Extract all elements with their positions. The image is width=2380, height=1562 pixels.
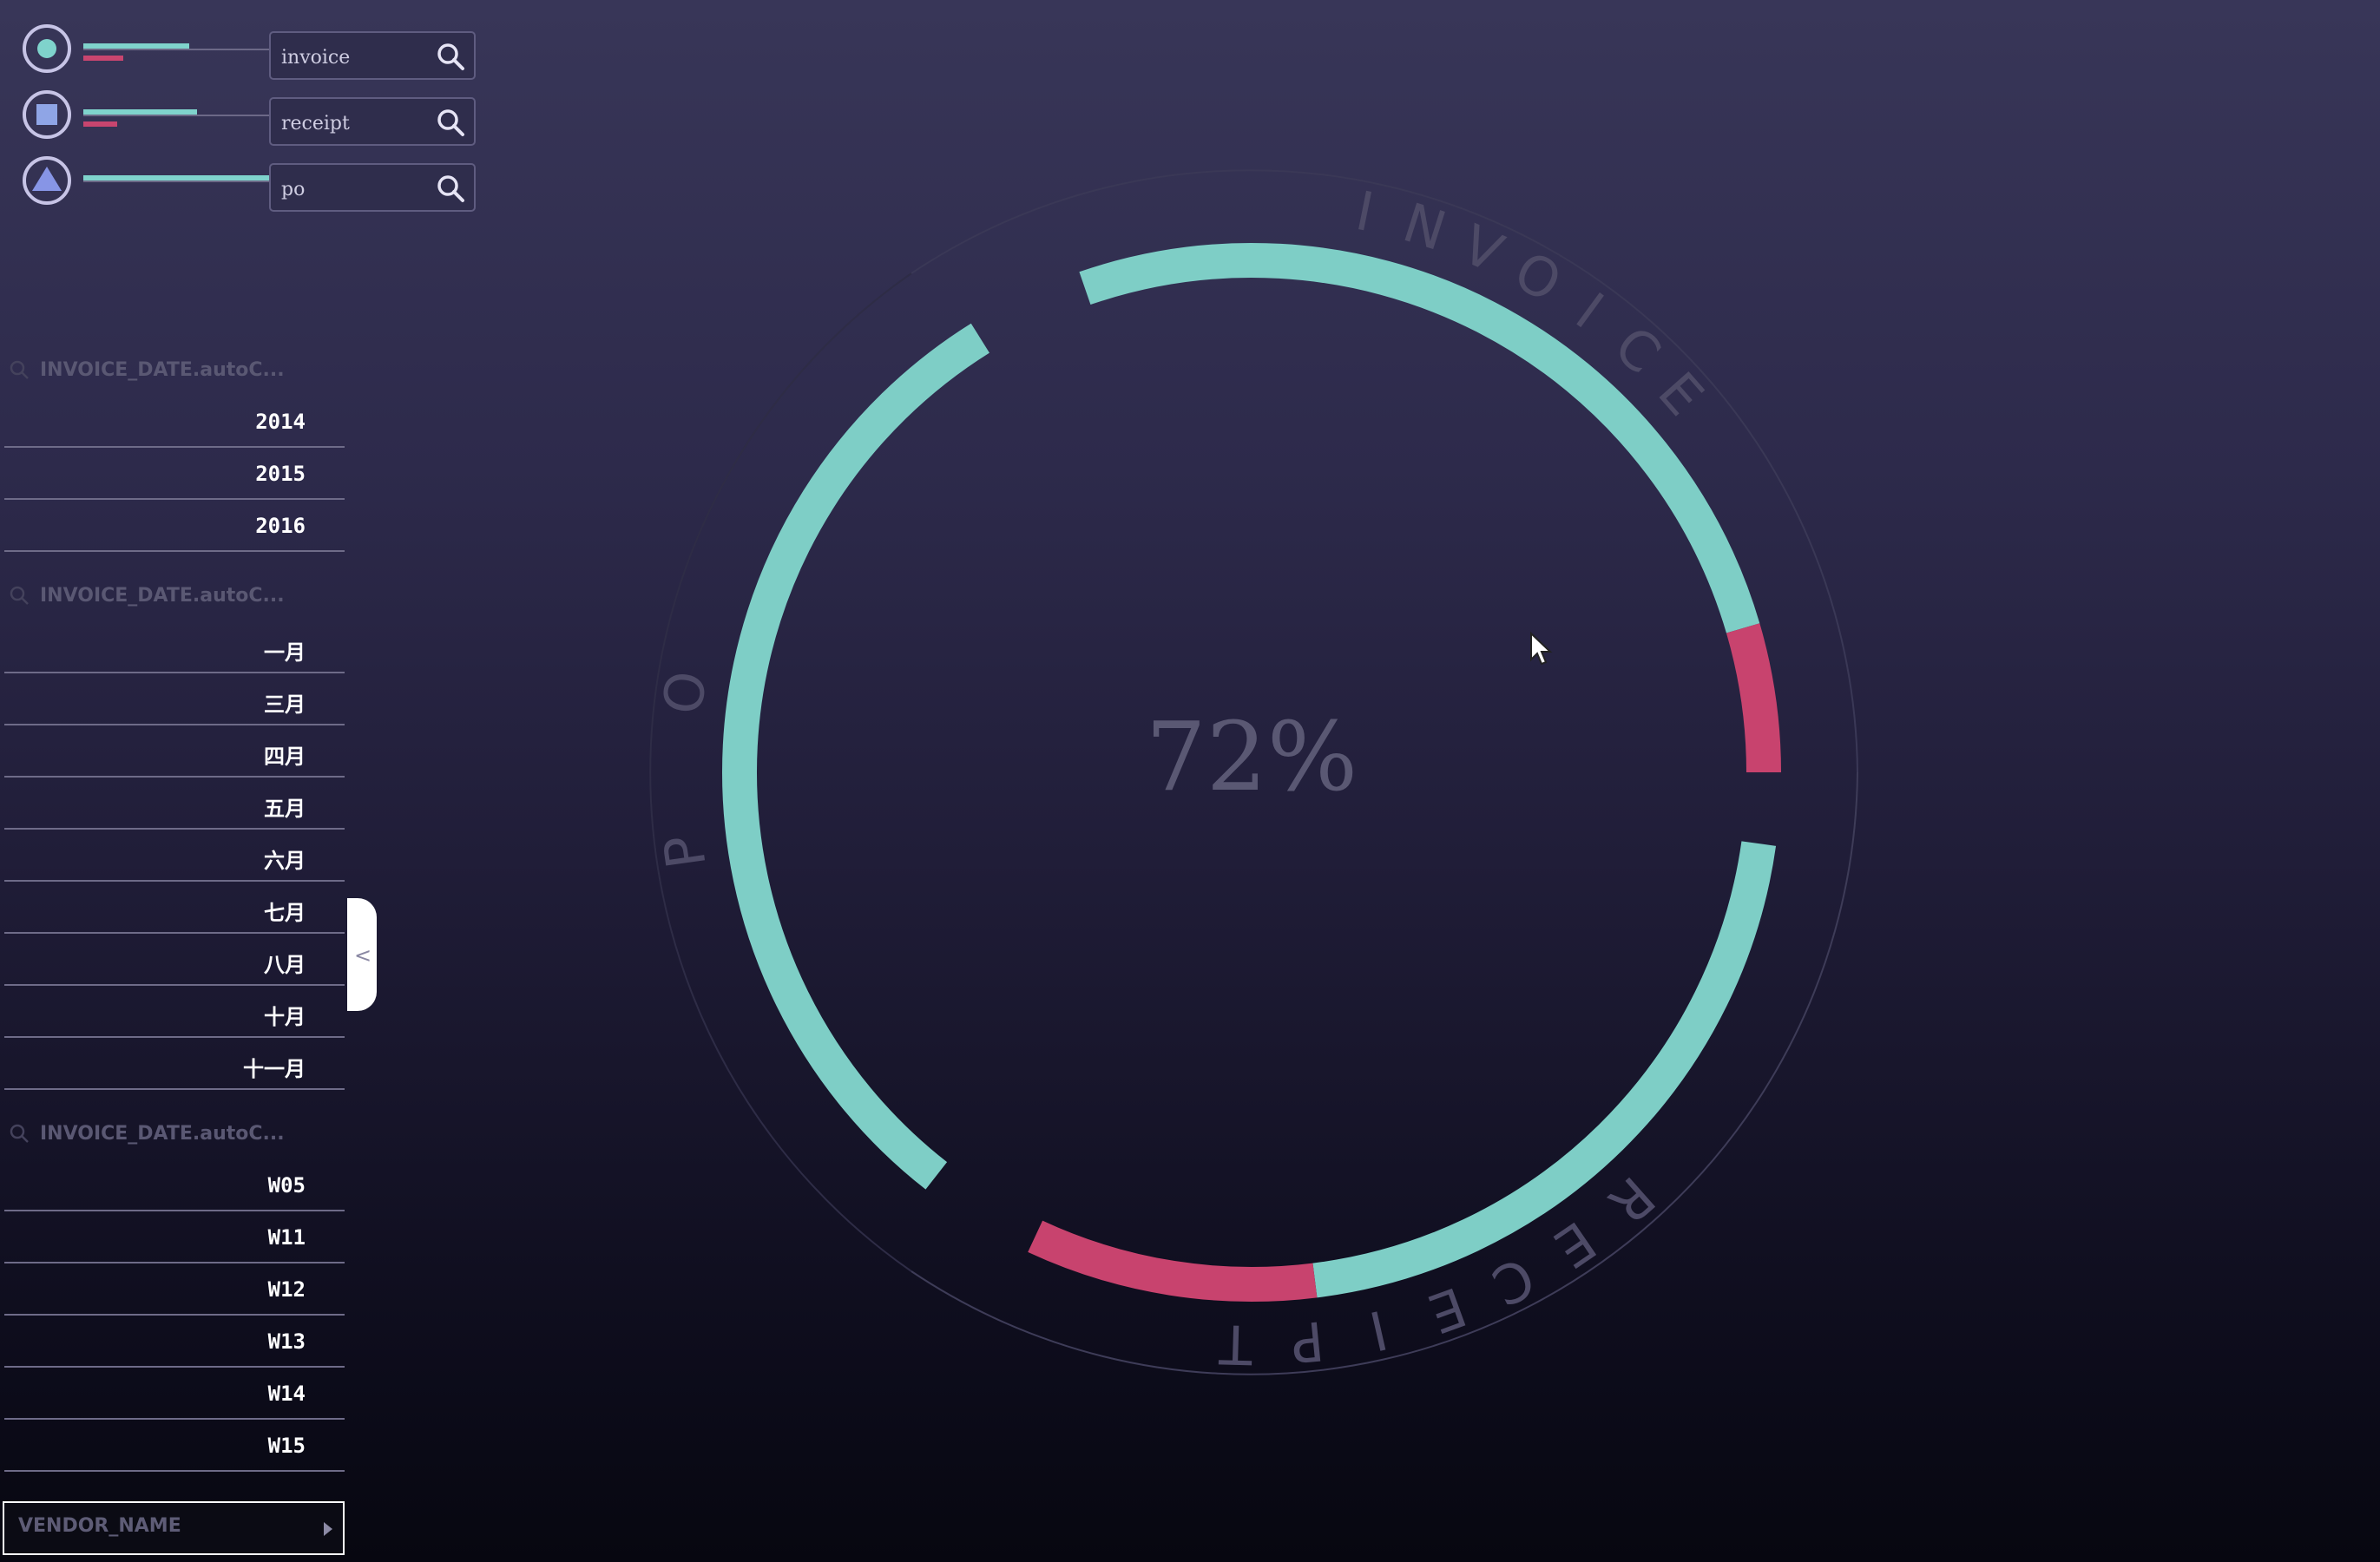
filter-row-receipt: receipt bbox=[23, 90, 483, 149]
label-receipt-letter: R bbox=[1596, 1165, 1667, 1237]
label-invoice-letter: I bbox=[1565, 280, 1615, 341]
list-item-month[interactable]: 四月 bbox=[4, 727, 345, 778]
mismatch-level-bar bbox=[83, 56, 123, 61]
search-icon[interactable] bbox=[436, 108, 465, 137]
label-invoice-letter: C bbox=[1602, 314, 1673, 386]
list-item-label: 2014 bbox=[255, 410, 306, 434]
label-invoice-letter: I bbox=[1351, 179, 1378, 244]
chevron-left-icon: < bbox=[354, 943, 372, 968]
list-item-label: W13 bbox=[267, 1329, 306, 1354]
list-item-year[interactable]: 2015 bbox=[4, 450, 345, 500]
list-item-week[interactable]: W14 bbox=[4, 1369, 345, 1420]
list-header-month[interactable]: INVOICE_DATE.autoC... bbox=[9, 578, 339, 613]
list-item-month[interactable]: 七月 bbox=[4, 883, 345, 934]
list-item-week[interactable]: W12 bbox=[4, 1265, 345, 1316]
search-query: receipt bbox=[281, 113, 350, 135]
search-query: po bbox=[281, 179, 306, 200]
list-item-label: W15 bbox=[267, 1434, 306, 1458]
label-invoice-letter: V bbox=[1453, 213, 1512, 285]
search-input-po[interactable]: po bbox=[269, 163, 476, 212]
list-item-label: 三月 bbox=[264, 692, 306, 717]
match-level-bar bbox=[83, 109, 197, 115]
search-icon[interactable] bbox=[436, 42, 465, 71]
search-query: invoice bbox=[281, 47, 351, 69]
search-icon bbox=[10, 360, 29, 379]
arc-receipt-match[interactable] bbox=[1312, 841, 1777, 1298]
vendor-name-dropdown[interactable]: VENDOR_NAME bbox=[3, 1501, 345, 1555]
arc-receipt-mismatch[interactable] bbox=[1028, 1220, 1318, 1302]
search-icon bbox=[10, 1124, 29, 1143]
vendor-name-label: VENDOR_NAME bbox=[18, 1515, 181, 1537]
label-invoice-letter: O bbox=[1503, 239, 1572, 315]
arc-invoice-mismatch[interactable] bbox=[1726, 623, 1781, 773]
label-invoice: I N VOICE bbox=[1351, 179, 1716, 428]
list-header-year[interactable]: INVOICE_DATE.autoC... bbox=[9, 352, 339, 387]
list-header-label: INVOICE_DATE.autoC... bbox=[40, 584, 285, 607]
list-item-week[interactable]: W13 bbox=[4, 1317, 345, 1368]
search-input-invoice[interactable]: invoice bbox=[269, 31, 476, 80]
list-item-month[interactable]: 十月 bbox=[4, 988, 345, 1038]
circle-icon[interactable] bbox=[23, 24, 71, 73]
list-item-year[interactable]: 2016 bbox=[4, 502, 345, 552]
mismatch-level-bar bbox=[83, 121, 117, 127]
list-item-month[interactable]: 十一月 bbox=[4, 1040, 345, 1090]
match-level-bar bbox=[83, 43, 189, 49]
search-icon bbox=[10, 586, 29, 605]
match-level-bar bbox=[83, 175, 283, 180]
label-po-letter: P bbox=[651, 831, 718, 872]
list-item-label: 四月 bbox=[264, 745, 306, 769]
square-icon[interactable] bbox=[23, 90, 71, 139]
list-item-label: 2015 bbox=[255, 462, 306, 486]
label-receipt-letter: E bbox=[1543, 1209, 1607, 1280]
filter-level-bars bbox=[83, 172, 283, 193]
list-item-week[interactable]: W11 bbox=[4, 1213, 345, 1263]
label-invoice-letter: E bbox=[1646, 360, 1716, 428]
list-item-month[interactable]: 一月 bbox=[4, 623, 345, 673]
list-header-week[interactable]: INVOICE_DATE.autoC... bbox=[9, 1116, 339, 1151]
list-item-label: 五月 bbox=[264, 797, 306, 821]
list-header-label: INVOICE_DATE.autoC... bbox=[40, 1122, 285, 1145]
list-item-month[interactable]: 六月 bbox=[4, 831, 345, 882]
center-percentage: 72% bbox=[1146, 701, 1358, 812]
sidebar-collapse-button[interactable]: < bbox=[347, 898, 377, 1011]
list-item-label: 十一月 bbox=[243, 1057, 306, 1081]
search-input-receipt[interactable]: receipt bbox=[269, 97, 476, 146]
list-item-year[interactable]: 2014 bbox=[4, 397, 345, 448]
search-icon[interactable] bbox=[436, 174, 465, 203]
list-item-label: 六月 bbox=[264, 849, 306, 873]
label-invoice-letter: N bbox=[1396, 191, 1453, 264]
list-item-week[interactable]: W05 bbox=[4, 1161, 345, 1211]
list-item-label: W12 bbox=[267, 1277, 306, 1302]
list-item-label: W14 bbox=[267, 1382, 306, 1406]
list-item-label: 一月 bbox=[264, 640, 306, 665]
chevron-right-icon bbox=[324, 1522, 332, 1536]
mouse-cursor-icon bbox=[1530, 632, 1553, 666]
label-receipt-letter: P bbox=[1288, 1309, 1326, 1375]
list-item-label: 七月 bbox=[264, 901, 306, 925]
filter-level-bars bbox=[83, 40, 283, 61]
list-item-label: W05 bbox=[267, 1173, 306, 1198]
label-receipt-letter: T bbox=[1218, 1312, 1254, 1376]
list-item-label: W11 bbox=[267, 1225, 306, 1250]
label-receipt-letter: C bbox=[1482, 1244, 1544, 1318]
arc-po-match[interactable] bbox=[722, 323, 989, 1190]
label-receipt-letter: I bbox=[1364, 1297, 1393, 1362]
list-item-label: 十月 bbox=[264, 1005, 306, 1029]
list-item-week[interactable]: W15 bbox=[4, 1421, 345, 1472]
list-item-month[interactable]: 五月 bbox=[4, 779, 345, 830]
match-ring-chart: I N VOICERECEIPTPO 72% bbox=[649, 169, 1858, 1376]
list-header-label: INVOICE_DATE.autoC... bbox=[40, 358, 285, 381]
list-item-label: 2016 bbox=[255, 514, 306, 538]
filter-row-invoice: invoice bbox=[23, 24, 483, 83]
label-receipt-letter: E bbox=[1421, 1275, 1475, 1346]
filter-level-bars bbox=[83, 106, 283, 127]
triangle-icon[interactable] bbox=[23, 156, 71, 205]
list-item-month[interactable]: 三月 bbox=[4, 675, 345, 725]
list-item-month[interactable]: 八月 bbox=[4, 935, 345, 986]
filter-row-po: po bbox=[23, 156, 483, 215]
list-item-label: 八月 bbox=[264, 953, 306, 977]
label-po-letter: O bbox=[650, 667, 719, 718]
label-po: PO bbox=[650, 667, 719, 872]
